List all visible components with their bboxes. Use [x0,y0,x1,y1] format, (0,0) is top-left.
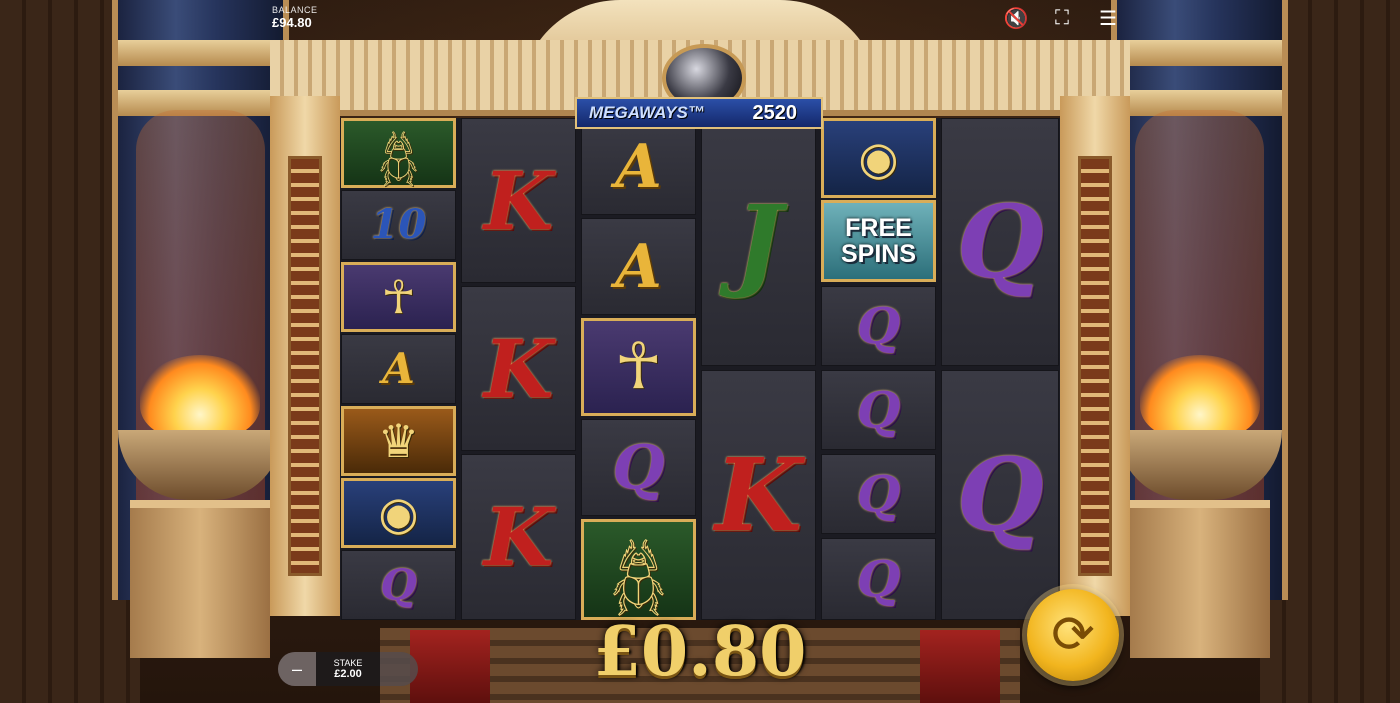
scarab-icon: 𓆣 [609,543,668,618]
symbol-q: Q [821,454,936,534]
eye-of-horus-icon: ◉ [858,131,899,185]
reel-4: J K [700,118,817,620]
frame-side-right [1060,96,1130,616]
symbol-ankh: ☥ [341,262,456,332]
symbol-q: Q [941,118,1059,366]
game-stage: 𓆣 10 ☥ A ♛ ◉ Q K K K A A ☥ Q 𓆣 J K ◉ FRE… [0,0,1400,703]
pharaoh-icon: ♛ [377,414,420,468]
spin-icon: ⟳ [1051,605,1095,665]
flame-right [1140,355,1260,440]
ankh-icon: ☥ [381,270,416,324]
balance-display: BALANCE £94.80 [272,5,318,30]
ankh-icon: ☥ [614,330,663,404]
symbol-q: Q [581,419,696,516]
symbol-scarab: 𓆣 [341,118,456,188]
mute-icon[interactable]: 🔇 [1004,6,1029,30]
win-amount: £0.80 [593,612,807,692]
fullscreen-icon[interactable]: ⛶ [1050,6,1074,30]
pedestal-right [1130,500,1270,658]
menu-icon[interactable]: ☰ [1096,6,1120,30]
symbol-ankh: ☥ [581,318,696,416]
reel-1: 𓆣 10 ☥ A ♛ ◉ Q [340,118,457,620]
symbol-q: Q [821,286,936,366]
reel-3: A A ☥ Q 𓆣 [580,118,697,620]
reel-6: Q Q [940,118,1060,620]
top-controls: 🔇 ⛶ ☰ [1004,6,1120,30]
symbol-k: K [461,118,576,283]
symbol-a: A [581,118,696,215]
symbol-k: K [461,286,576,451]
reel-grid: 𓆣 10 ☥ A ♛ ◉ Q K K K A A ☥ Q 𓆣 J K ◉ FRE… [340,118,1060,620]
free-spins-line-1: FREE [845,214,912,242]
stake-increase-button[interactable] [380,652,418,686]
stake-value: £2.00 [334,668,362,680]
megaways-count: 2520 [752,101,798,124]
stake-control: – STAKE £2.00 [278,652,418,686]
carpet-left [410,630,490,703]
symbol-scarab: 𓆣 [581,519,696,620]
spin-button[interactable]: ⟳ [1027,589,1119,681]
pedestal-left [130,500,270,658]
symbol-q: Q [941,370,1059,620]
balance-value: £94.80 [272,15,312,30]
symbol-free-spins: FREE SPINS [821,200,936,282]
scarab-icon: 𓆣 [377,133,420,187]
symbol-eye: ◉ [341,478,456,548]
carpet-right [920,630,1000,703]
free-spins-line-2: SPINS [840,240,917,268]
symbol-q: Q [821,370,936,450]
symbol-a: A [341,334,456,404]
frame-side-left [270,96,340,616]
flame-left [140,355,260,440]
reel-2: K K K [460,118,577,620]
symbol-k: K [461,454,576,620]
reel-5: ◉ FREE SPINS Q Q Q Q [820,118,937,620]
symbol-j: J [701,118,816,366]
stake-display[interactable]: STAKE £2.00 [316,652,380,686]
symbol-q: Q [821,538,936,620]
stake-label: STAKE [333,658,363,668]
megaways-label: MEGAWAYS™ [589,103,705,122]
balance-label: BALANCE [272,5,318,15]
symbol-a: A [581,218,696,315]
symbol-q: Q [341,550,456,620]
megaways-badge: MEGAWAYS™ 2520 [575,97,823,129]
stake-decrease-button[interactable]: – [278,652,316,686]
symbol-k: K [701,370,816,620]
symbol-pharaoh: ♛ [341,406,456,476]
symbol-10: 10 [341,190,456,260]
eye-of-horus-icon: ◉ [378,486,419,540]
symbol-eye: ◉ [821,118,936,198]
